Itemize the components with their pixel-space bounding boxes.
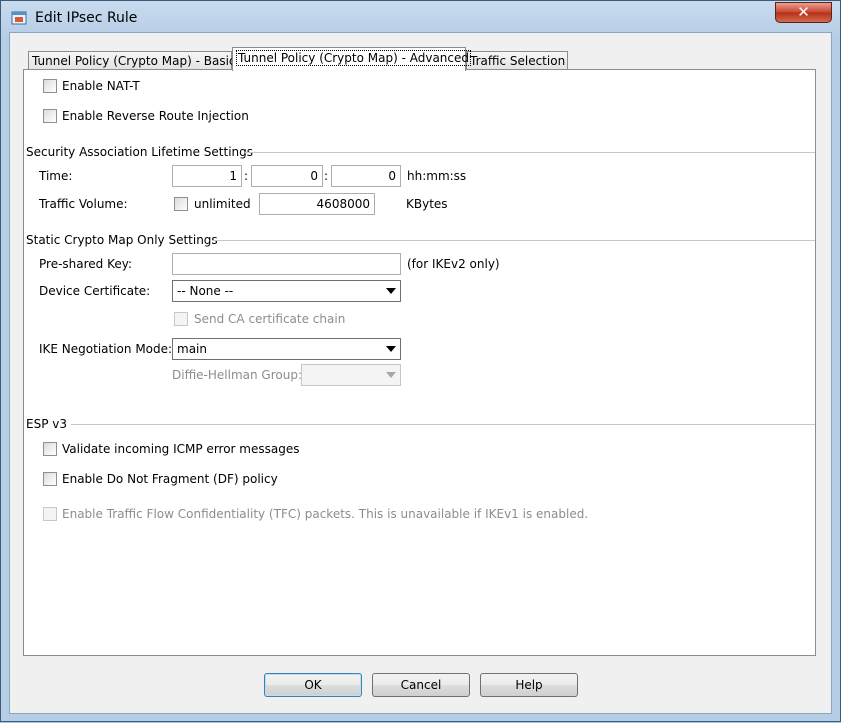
traffic-volume-field[interactable]: 4608000 [259, 193, 375, 215]
nat-t-checkbox[interactable] [43, 79, 57, 93]
chevron-down-icon [386, 346, 396, 352]
dialog-window: Edit IPsec Rule ✕ Tunnel Policy (Crypto … [0, 0, 841, 722]
chevron-down-icon [386, 288, 396, 294]
tfc-label: Enable Traffic Flow Confidentiality (TFC… [62, 507, 589, 521]
rri-label: Enable Reverse Route Injection [62, 109, 249, 123]
df-policy-label: Enable Do Not Fragment (DF) policy [62, 472, 278, 486]
unlimited-label: unlimited [194, 197, 251, 211]
psk-field[interactable] [172, 253, 401, 275]
static-crypto-divider [212, 240, 815, 241]
ike-mode-value: main [177, 342, 207, 356]
icmp-validate-checkbox[interactable] [43, 442, 57, 456]
traffic-volume-label: Traffic Volume: [39, 197, 128, 211]
help-button[interactable]: Help [480, 673, 578, 697]
time-separator-1: : [244, 169, 249, 183]
device-cert-value: -- None -- [177, 284, 234, 298]
ca-chain-checkbox[interactable] [174, 312, 188, 326]
traffic-volume-unit: KBytes [406, 197, 448, 211]
esp-v3-heading: ESP v3 [26, 417, 67, 431]
time-separator-2: : [324, 169, 329, 183]
dh-group-label: Diffie-Hellman Group: [172, 368, 303, 382]
device-cert-select[interactable]: -- None -- [172, 280, 401, 302]
time-hours-field[interactable]: 1 [172, 165, 242, 187]
time-minutes-field[interactable]: 0 [251, 165, 323, 187]
time-label: Time: [39, 169, 73, 183]
time-seconds-field[interactable]: 0 [331, 165, 401, 187]
icmp-validate-label: Validate incoming ICMP error messages [62, 442, 300, 456]
rri-checkbox[interactable] [43, 109, 57, 123]
sa-lifetime-heading: Security Association Lifetime Settings [26, 145, 254, 159]
ok-button[interactable]: OK [264, 673, 362, 697]
sa-lifetime-divider [245, 152, 815, 153]
cancel-button[interactable]: Cancel [372, 673, 470, 697]
ike-mode-select[interactable]: main [172, 338, 401, 360]
unlimited-checkbox[interactable] [174, 197, 188, 211]
time-unit-label: hh:mm:ss [407, 169, 467, 183]
ca-chain-label: Send CA certificate chain [194, 312, 346, 326]
psk-note: (for IKEv2 only) [407, 257, 500, 271]
nat-t-label: Enable NAT-T [62, 79, 140, 93]
tfc-checkbox[interactable] [43, 507, 57, 521]
ike-mode-label: IKE Negotiation Mode: [39, 342, 173, 356]
static-crypto-heading: Static Crypto Map Only Settings [26, 233, 218, 247]
esp-v3-divider [71, 424, 815, 425]
psk-label: Pre-shared Key: [39, 257, 133, 271]
dh-group-select[interactable] [301, 364, 401, 386]
chevron-down-icon [386, 372, 396, 378]
df-policy-checkbox[interactable] [43, 472, 57, 486]
device-cert-label: Device Certificate: [39, 284, 151, 298]
